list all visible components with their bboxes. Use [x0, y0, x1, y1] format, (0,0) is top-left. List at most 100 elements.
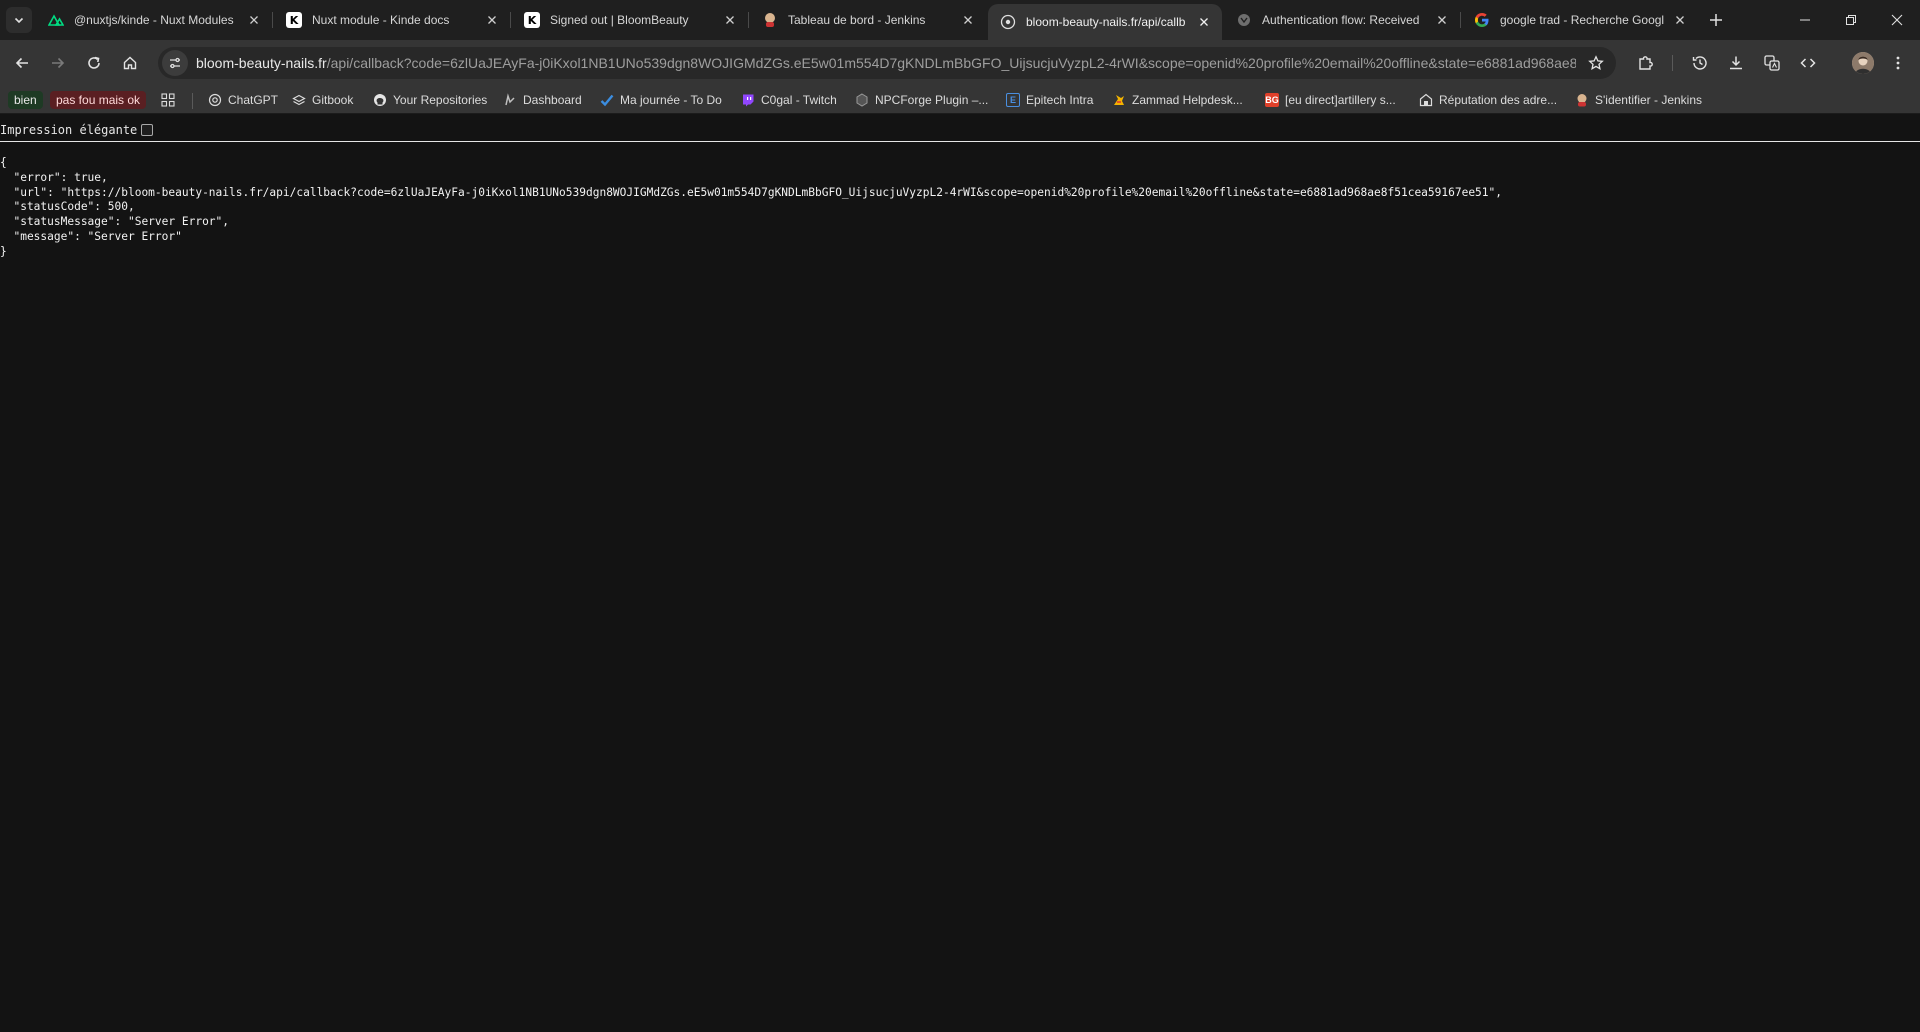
kinde-icon: K — [524, 12, 540, 28]
bookmark-npcforge-plugin[interactable]: NPCForge Plugin –... — [855, 89, 988, 111]
google-icon — [1474, 12, 1490, 28]
home-button[interactable] — [116, 49, 144, 77]
tab-title: bloom-beauty-nails.fr/api/callb — [1026, 15, 1186, 29]
url-text[interactable]: bloom-beauty-nails.fr/api/callback?code=… — [196, 55, 1576, 71]
pretty-print-label: Impression élégante — [0, 123, 138, 137]
bookmark-zammad-helpdesk[interactable]: Zammad Helpdesk... — [1112, 89, 1243, 111]
bookmark-folder-bien[interactable]: bien — [8, 91, 43, 109]
downloads-button[interactable] — [1724, 51, 1748, 75]
bg-icon: BG — [1265, 93, 1279, 107]
minimize-icon — [1800, 19, 1810, 21]
divider — [0, 141, 1920, 142]
close-tab-icon[interactable] — [1196, 14, 1212, 30]
arrow-left-icon — [15, 57, 28, 69]
twitch-icon — [741, 93, 755, 107]
zammad-icon — [1112, 93, 1126, 107]
dashboard-icon — [503, 93, 517, 107]
bookmarks-separator — [192, 93, 193, 109]
tab-separator — [510, 12, 511, 28]
bookmark-star-button[interactable] — [1586, 53, 1606, 73]
restore-button[interactable] — [1828, 0, 1874, 40]
tab-title: Tableau de bord - Jenkins — [788, 13, 926, 27]
tab-search-button[interactable] — [6, 7, 32, 33]
pretty-print-toggle[interactable]: Impression élégante — [0, 121, 154, 139]
bookmark-chatgpt[interactable]: ChatGPT — [208, 89, 278, 111]
close-tab-icon[interactable] — [246, 12, 262, 28]
tab-authentication-flow[interactable]: Authentication flow: Received — [1224, 4, 1461, 36]
avatar-icon — [1852, 52, 1874, 74]
tab-bloom-beauty-callback[interactable]: bloom-beauty-nails.fr/api/callb — [988, 4, 1222, 40]
pretty-print-checkbox[interactable] — [141, 124, 154, 136]
site-info-button[interactable] — [162, 50, 188, 76]
bookmark-label: Ma journée - To Do — [620, 93, 722, 107]
profile-avatar[interactable] — [1852, 52, 1874, 74]
bookmarks-bar: bien pas fou mais ok ChatGPT Gitbook You… — [0, 86, 1920, 114]
bookmark-your-repositories[interactable]: Your Repositories — [373, 89, 487, 111]
gitbook-icon — [292, 93, 306, 107]
tab-title: google trad - Recherche Googl — [1500, 13, 1665, 27]
bookmark-label: NPCForge Plugin –... — [875, 93, 989, 107]
bookmark-gitbook[interactable]: Gitbook — [292, 89, 353, 111]
new-tab-button[interactable] — [1704, 8, 1728, 32]
close-tab-icon[interactable] — [484, 12, 500, 28]
back-button[interactable] — [8, 49, 36, 77]
close-tab-icon[interactable] — [722, 12, 738, 28]
tune-icon — [170, 57, 180, 69]
bookmark-ma-journee-todo[interactable]: Ma journée - To Do — [600, 89, 722, 111]
tab-separator — [1460, 12, 1461, 28]
history-icon — [1692, 56, 1707, 70]
download-icon — [1730, 56, 1742, 70]
tab-google-trad[interactable]: google trad - Recherche Googl — [1462, 4, 1698, 36]
puzzle-icon — [1639, 56, 1653, 70]
json-response-body: { "error": true, "url": "https://bloom-b… — [0, 156, 1503, 258]
bookmark-c0gal-twitch[interactable]: C0gal - Twitch — [741, 89, 837, 111]
tab-separator — [748, 12, 749, 28]
tab-jenkins-dashboard[interactable]: Tableau de bord - Jenkins — [750, 4, 986, 36]
tab-title: Signed out | BloomBeauty — [550, 13, 689, 27]
translate-button[interactable] — [1760, 51, 1784, 75]
bookmark-sidentifier-jenkins[interactable]: S'identifier - Jenkins — [1575, 89, 1702, 111]
jenkins-icon — [762, 12, 778, 28]
tab-nuxt-modules[interactable]: @nuxtjs/kinde - Nuxt Modules — [36, 4, 273, 36]
todo-icon — [600, 93, 614, 107]
tab-signed-out-bloombeauty[interactable]: K Signed out | BloomBeauty — [512, 4, 749, 36]
navigation-toolbar: bloom-beauty-nails.fr/api/callback?code=… — [0, 40, 1920, 86]
epitech-icon: E — [1006, 93, 1020, 107]
bookmark-epitech-intra[interactable]: E Epitech Intra — [1006, 89, 1093, 111]
minimize-button[interactable] — [1782, 0, 1828, 40]
apps-button[interactable] — [161, 89, 175, 111]
bookmark-dashboard[interactable]: Dashboard — [503, 89, 582, 111]
url-path: /api/callback?code=6zlUaJEAyFa-j0iKxol1N… — [326, 55, 1576, 71]
chrome-menu-button[interactable] — [1886, 51, 1910, 75]
close-tab-icon[interactable] — [1434, 12, 1450, 28]
url-host: bloom-beauty-nails.fr — [196, 55, 327, 71]
devtools-button[interactable] — [1796, 51, 1820, 75]
history-button[interactable] — [1688, 51, 1712, 75]
close-window-button[interactable] — [1874, 0, 1920, 40]
close-tab-icon[interactable] — [1672, 12, 1688, 28]
bookmark-reputation-adresses[interactable]: Réputation des adre... — [1419, 89, 1557, 111]
bookmark-label: Gitbook — [312, 93, 354, 107]
arrow-right-icon — [52, 57, 65, 69]
tab-title: Nuxt module - Kinde docs — [312, 13, 450, 27]
extensions-button[interactable] — [1634, 51, 1658, 75]
bookmark-eu-direct-artillery[interactable]: BG [eu direct]artillery s... — [1265, 89, 1396, 111]
tab-title: @nuxtjs/kinde - Nuxt Modules — [74, 13, 234, 27]
forward-button[interactable] — [44, 49, 72, 77]
tab-kinde-docs[interactable]: K Nuxt module - Kinde docs — [274, 4, 511, 36]
address-bar[interactable]: bloom-beauty-nails.fr/api/callback?code=… — [158, 47, 1616, 79]
tab-separator — [272, 12, 273, 28]
reload-button[interactable] — [80, 49, 108, 77]
translate-icon — [1764, 55, 1780, 71]
close-tab-icon[interactable] — [960, 12, 976, 28]
tab-title: Authentication flow: Received — [1262, 13, 1420, 27]
close-icon — [1891, 14, 1903, 26]
kinde-icon: K — [286, 12, 302, 28]
chevron-down-icon — [14, 17, 24, 24]
code-icon — [1800, 58, 1816, 68]
jenkins-icon — [1575, 93, 1589, 107]
bookmark-label: Dashboard — [523, 93, 582, 107]
globe-icon — [1000, 14, 1016, 30]
more-vertical-icon — [1896, 56, 1900, 70]
bookmark-folder-pas-fou-mais-ok[interactable]: pas fou mais ok — [50, 91, 147, 109]
